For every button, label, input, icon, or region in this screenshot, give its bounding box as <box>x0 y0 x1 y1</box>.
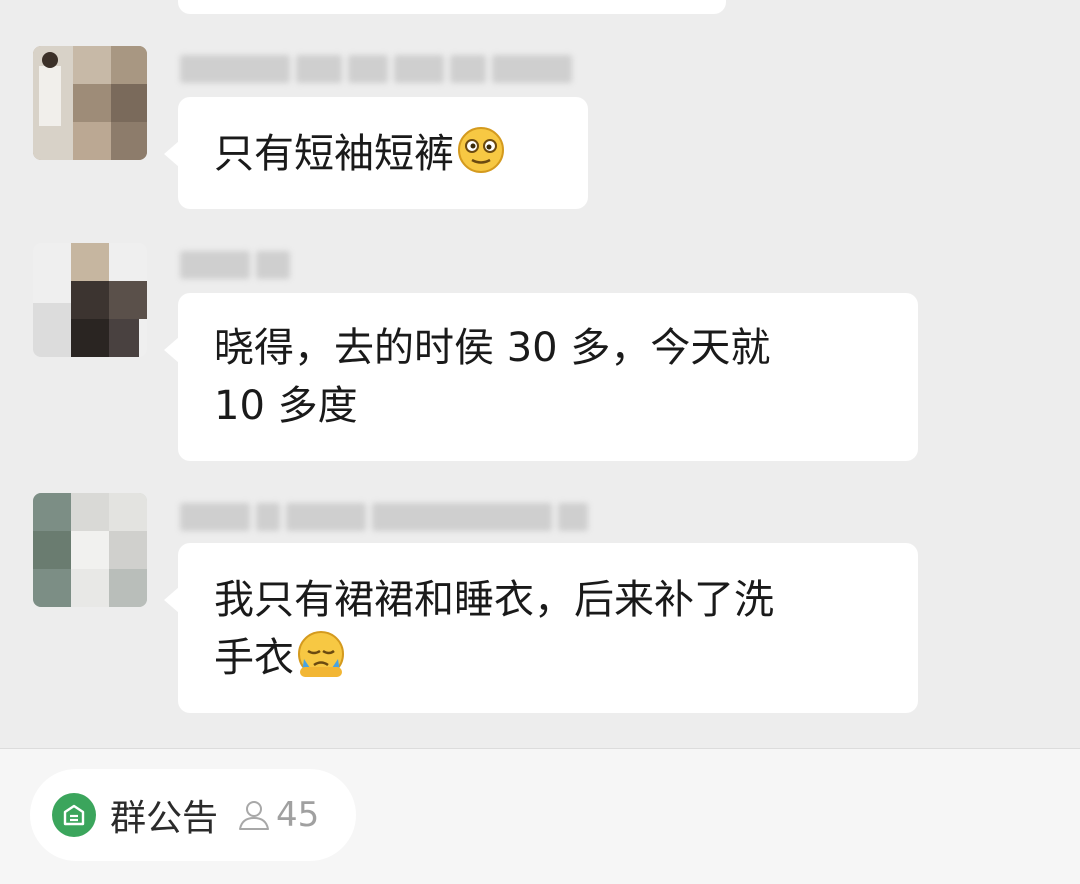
message-bubble[interactable]: 晓得，去的时侯 30 多，今天就 10 多度 <box>164 293 918 461</box>
avatar-image <box>33 46 147 160</box>
sender-name-redacted <box>180 248 290 282</box>
sender-name-redacted <box>180 500 588 534</box>
sender-name-redacted <box>180 52 572 86</box>
message-bubble-partial[interactable] <box>178 0 726 14</box>
avatar[interactable] <box>33 243 147 357</box>
facepalm-emoji-icon <box>296 629 346 695</box>
person-icon <box>236 797 272 833</box>
announcement-icon <box>52 793 96 837</box>
group-announcement-button[interactable]: 群公告 45 <box>30 769 356 861</box>
message-bubble[interactable]: 只有短袖短裤 <box>164 97 588 209</box>
member-count: 45 <box>276 795 320 835</box>
message-text-line: 手衣 <box>214 635 294 681</box>
avatar-image <box>33 493 147 607</box>
avatar[interactable] <box>33 46 147 160</box>
message-text-line: 10 多度 <box>214 383 358 429</box>
avatar[interactable] <box>33 493 147 607</box>
announcement-label: 群公告 <box>110 798 219 839</box>
dizzy-face-emoji-icon <box>456 125 506 191</box>
avatar-image <box>33 243 147 357</box>
message-bubble[interactable]: 我只有裙裙和睡衣，后来补了洗 手衣 <box>164 543 918 713</box>
message-text-line: 晓得，去的时侯 30 多，今天就 <box>214 325 771 371</box>
chat-message-list[interactable]: 只有短袖短裤 晓得，去的时侯 30 多，今天就 10 多度 我只有裙裙和睡衣，后… <box>0 0 1080 748</box>
message-text-line: 我只有裙裙和睡衣，后来补了洗 <box>214 577 774 623</box>
chat-bottom-bar: 群公告 45 <box>0 748 1080 884</box>
message-text: 只有短袖短裤 <box>214 131 454 177</box>
